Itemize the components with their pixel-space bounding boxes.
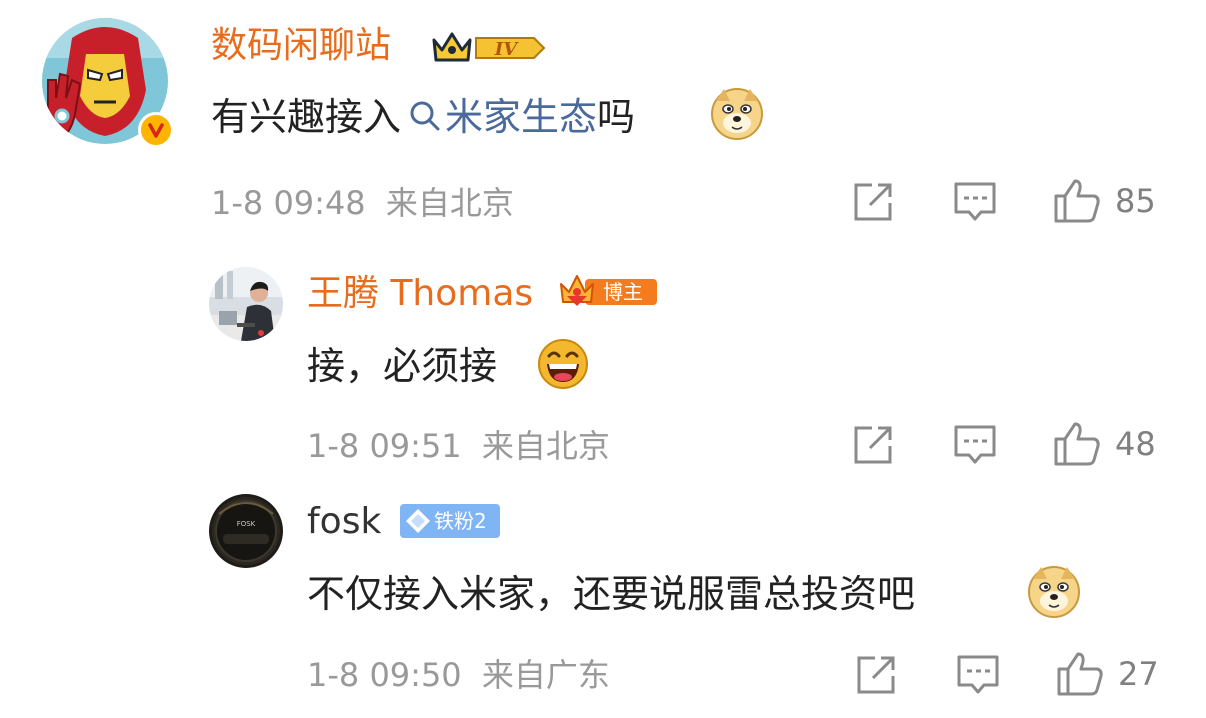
comment-icon — [954, 182, 996, 221]
reply-button[interactable] — [956, 654, 1000, 696]
comment-time: 1-8 09:50 — [307, 656, 462, 694]
lens-cap-text: FOSK — [237, 520, 256, 528]
like-button[interactable]: 48 — [1053, 421, 1156, 467]
comment-text: 接，必须接 — [307, 344, 498, 388]
topic-label: 米家生态 — [445, 95, 598, 139]
topic-link[interactable]: 米家生态 — [401, 95, 597, 139]
thumbs-up-icon — [1054, 179, 1100, 223]
thumbs-up-icon — [1054, 422, 1100, 466]
crown-level-badge: IV — [430, 28, 546, 68]
avatar[interactable] — [42, 18, 174, 148]
avatar[interactable] — [209, 267, 283, 341]
search-icon — [410, 101, 440, 131]
like-button[interactable]: 85 — [1053, 178, 1156, 224]
verified-badge-icon — [138, 112, 174, 148]
avatar[interactable]: FOSK — [209, 494, 283, 568]
reply-button[interactable] — [953, 424, 997, 466]
comment-list: 数码闲聊站 IV 有兴趣接入 米家生态吗 1-8 09:48 来自北京 85 王… — [0, 0, 1206, 718]
crown-icon: IV — [432, 32, 546, 62]
comment-time: 1-8 09:51 — [307, 427, 462, 465]
repost-button[interactable] — [852, 424, 894, 466]
share-icon — [854, 426, 892, 464]
share-icon — [857, 656, 895, 694]
fan-badge-text: 铁粉2 — [434, 509, 487, 533]
blogger-badge: 博主 — [559, 272, 657, 312]
person-avatar-image — [209, 267, 283, 341]
share-icon — [854, 183, 892, 221]
comment-location: 来自广东 — [481, 656, 610, 694]
comment-text: 不仅接入米家，还要说服雷总投资吧 — [307, 572, 916, 616]
thumbs-up-icon — [1057, 652, 1103, 696]
laugh-emoji — [537, 338, 589, 394]
like-count: 27 — [1118, 655, 1159, 693]
blogger-badge-text: 博主 — [603, 280, 643, 304]
comment-text-prefix: 有兴趣接入 — [211, 95, 402, 139]
comment-icon — [954, 425, 996, 464]
comment-meta: 1-8 09:50 来自广东 — [307, 655, 610, 695]
comment-text: 有兴趣接入 米家生态吗 — [211, 93, 635, 141]
doge-emoji — [1027, 565, 1081, 623]
repost-button[interactable] — [855, 654, 897, 696]
level-badge-text: IV — [494, 39, 519, 60]
reply-button[interactable] — [953, 181, 997, 223]
comment-meta: 1-8 09:48 来自北京 — [211, 183, 514, 223]
username[interactable]: fosk — [307, 500, 381, 544]
comment-text-suffix: 吗 — [597, 95, 636, 139]
comment-meta: 1-8 09:51 来自北京 — [307, 426, 610, 466]
like-count: 85 — [1115, 182, 1156, 220]
lens-cap-avatar-image: FOSK — [209, 494, 283, 568]
comment-location: 来自北京 — [385, 184, 514, 222]
doge-emoji — [710, 87, 764, 145]
comment-location: 来自北京 — [481, 427, 610, 465]
like-count: 48 — [1115, 425, 1156, 463]
username[interactable]: 数码闲聊站 — [211, 24, 391, 68]
like-button[interactable]: 27 — [1056, 651, 1159, 697]
comment-time: 1-8 09:48 — [211, 184, 366, 222]
comment-icon — [957, 655, 999, 694]
fan-badge: 铁粉2 — [400, 504, 500, 538]
diamond-icon — [406, 509, 430, 533]
repost-button[interactable] — [852, 181, 894, 223]
username[interactable]: 王腾 Thomas — [307, 272, 533, 316]
